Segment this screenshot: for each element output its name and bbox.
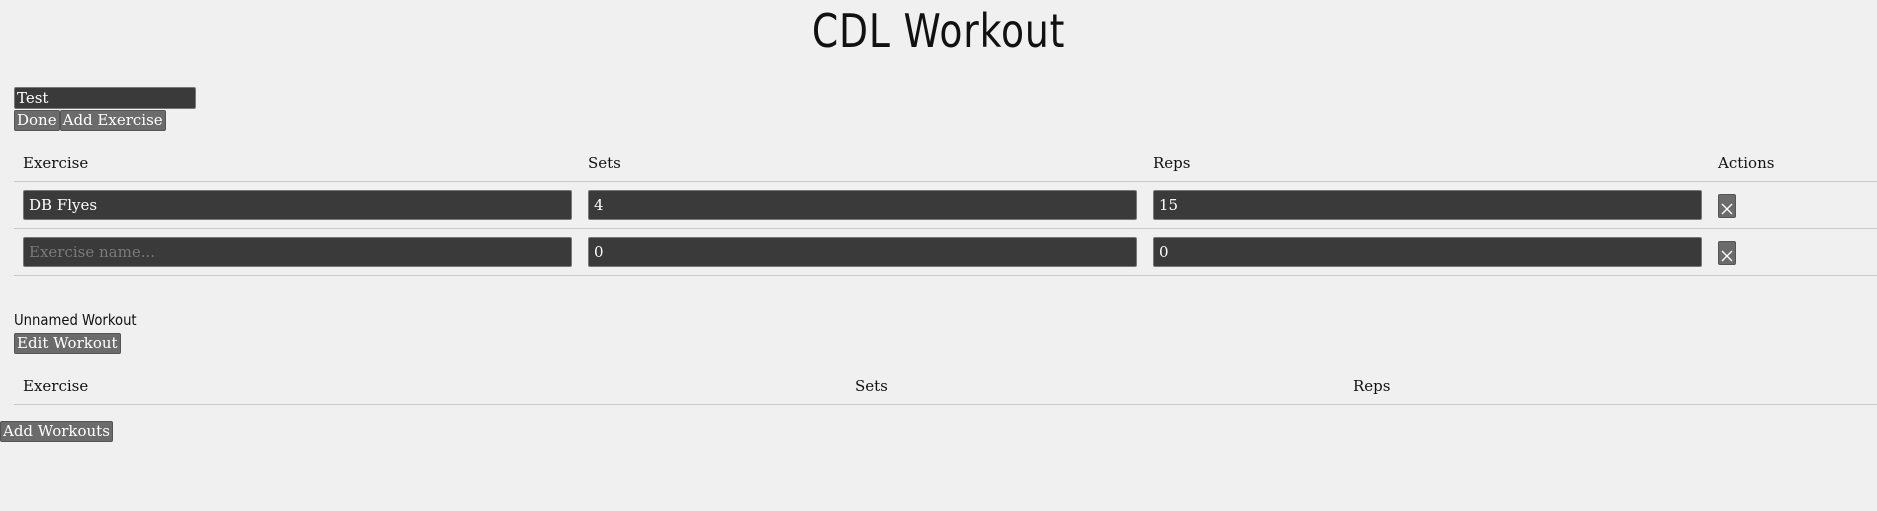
table-header: Exercise Sets Reps bbox=[14, 373, 1877, 405]
exercise-editor-table: Exercise Sets Reps Actions bbox=[14, 150, 1877, 276]
workout-title: Unnamed Workout bbox=[14, 311, 137, 329]
header-reps: Reps bbox=[1153, 154, 1191, 172]
header-actions: Actions bbox=[1718, 154, 1775, 172]
table-row bbox=[14, 229, 1877, 276]
sets-input[interactable] bbox=[588, 190, 1137, 220]
close-icon bbox=[1721, 203, 1733, 214]
header-exercise: Exercise bbox=[23, 154, 89, 172]
table-header: Exercise Sets Reps Actions bbox=[14, 150, 1877, 182]
add-workouts-button[interactable]: Add Workouts bbox=[0, 421, 113, 442]
editor-actions: Done Add Exercise bbox=[14, 110, 166, 131]
exercise-name-input[interactable] bbox=[23, 190, 572, 220]
header-sets: Sets bbox=[855, 377, 888, 395]
table-row bbox=[14, 182, 1877, 229]
page-title: CDL Workout bbox=[811, 4, 1066, 58]
header-exercise: Exercise bbox=[23, 377, 89, 395]
exercise-name-input[interactable] bbox=[23, 237, 572, 267]
delete-row-button[interactable] bbox=[1718, 241, 1736, 265]
done-button[interactable]: Done bbox=[14, 110, 60, 131]
header-reps: Reps bbox=[1353, 377, 1391, 395]
workout-view-table: Exercise Sets Reps bbox=[14, 373, 1877, 405]
add-exercise-button[interactable]: Add Exercise bbox=[59, 110, 166, 131]
close-icon bbox=[1721, 250, 1733, 261]
delete-row-button[interactable] bbox=[1718, 194, 1736, 218]
workout-name-input[interactable] bbox=[14, 87, 196, 109]
sets-input[interactable] bbox=[588, 237, 1137, 267]
edit-workout-button[interactable]: Edit Workout bbox=[14, 333, 121, 354]
reps-input[interactable] bbox=[1153, 237, 1702, 267]
header-sets: Sets bbox=[588, 154, 621, 172]
reps-input[interactable] bbox=[1153, 190, 1702, 220]
